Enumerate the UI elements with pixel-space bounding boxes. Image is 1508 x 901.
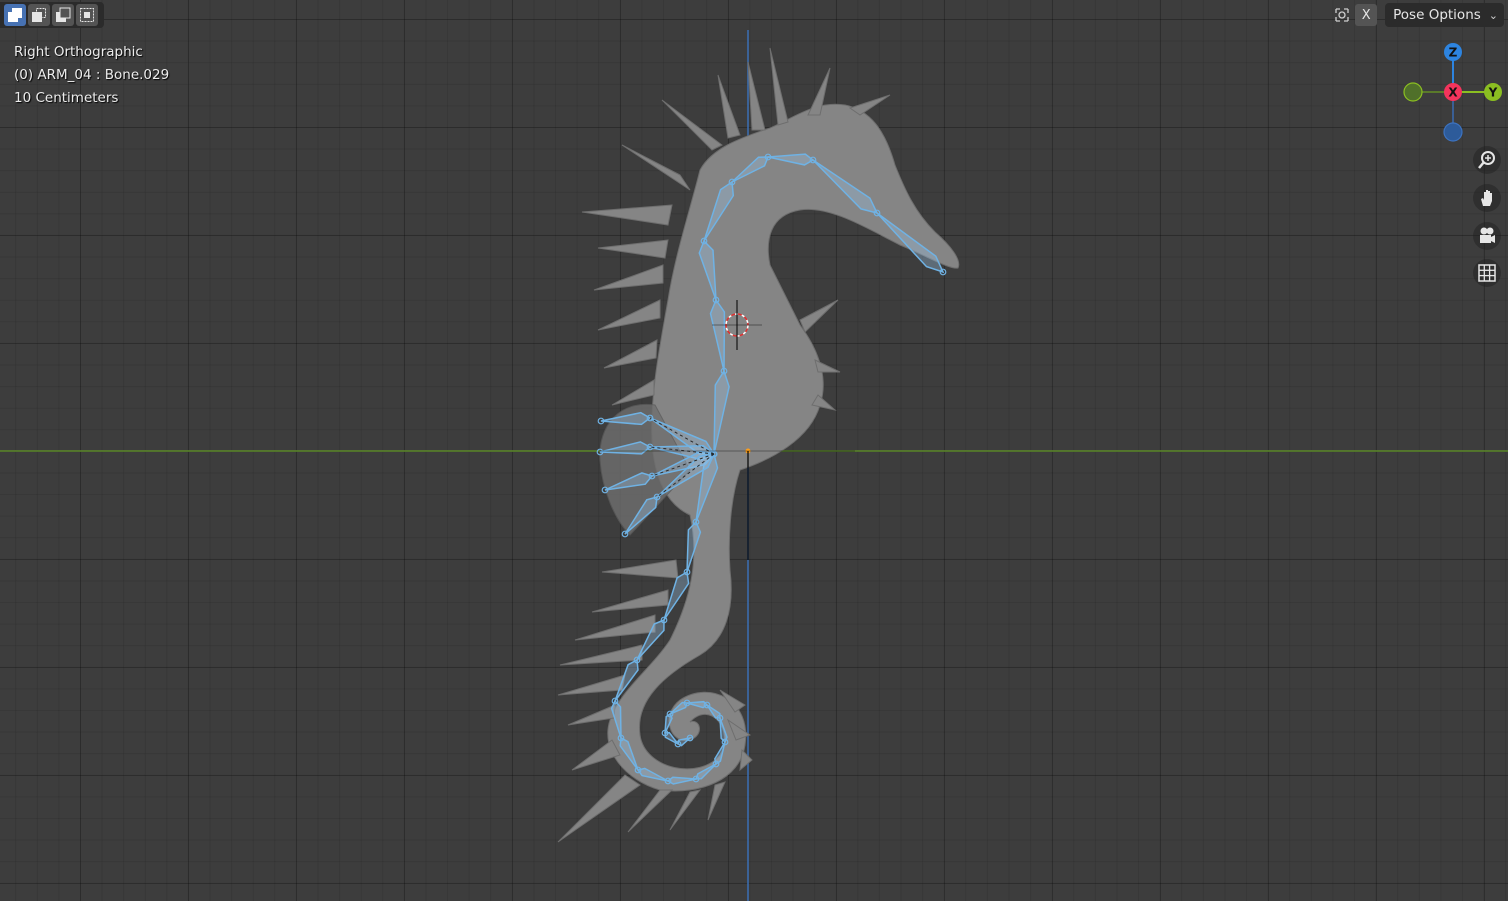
3d-viewport[interactable]: Right Orthographic (0) ARM_04 : Bone.029… — [0, 0, 1508, 901]
select-new-icon[interactable] — [4, 4, 26, 26]
gizmo-y-label: Y — [1488, 86, 1498, 100]
pan-hand-icon[interactable] — [1473, 184, 1501, 212]
axis-gizmo[interactable]: Z Y X — [1400, 40, 1508, 144]
viewport-scene[interactable] — [0, 0, 1508, 901]
camera-icon[interactable] — [1473, 222, 1501, 250]
zoom-icon[interactable] — [1473, 146, 1501, 174]
gizmo-x-label: X — [1448, 86, 1458, 100]
view-name: Right Orthographic — [14, 44, 143, 60]
select-subtract-icon[interactable] — [52, 4, 74, 26]
pose-options-dropdown[interactable]: Pose Options ⌄ — [1385, 3, 1504, 27]
grid-scale-label: 10 Centimeters — [14, 90, 119, 106]
selection-mode-toolbar — [0, 2, 104, 28]
chevron-down-icon: ⌄ — [1488, 8, 1498, 22]
pose-options-label: Pose Options — [1393, 7, 1481, 23]
viewport-info: Right Orthographic (0) ARM_04 : Bone.029… — [14, 41, 169, 110]
gizmo-z-label: Z — [1449, 46, 1458, 60]
grid-toggle-icon[interactable] — [1473, 259, 1501, 287]
mirror-icon[interactable] — [1331, 4, 1353, 26]
select-intersect-icon[interactable] — [76, 4, 98, 26]
x-mirror-toggle[interactable]: X — [1355, 4, 1378, 26]
gizmo-neg-z[interactable] — [1443, 122, 1463, 142]
header-right: X Pose Options ⌄ — [1331, 3, 1504, 27]
gizmo-neg-y[interactable] — [1403, 82, 1423, 102]
select-extend-icon[interactable] — [28, 4, 50, 26]
active-object-label: (0) ARM_04 : Bone.029 — [14, 67, 170, 83]
